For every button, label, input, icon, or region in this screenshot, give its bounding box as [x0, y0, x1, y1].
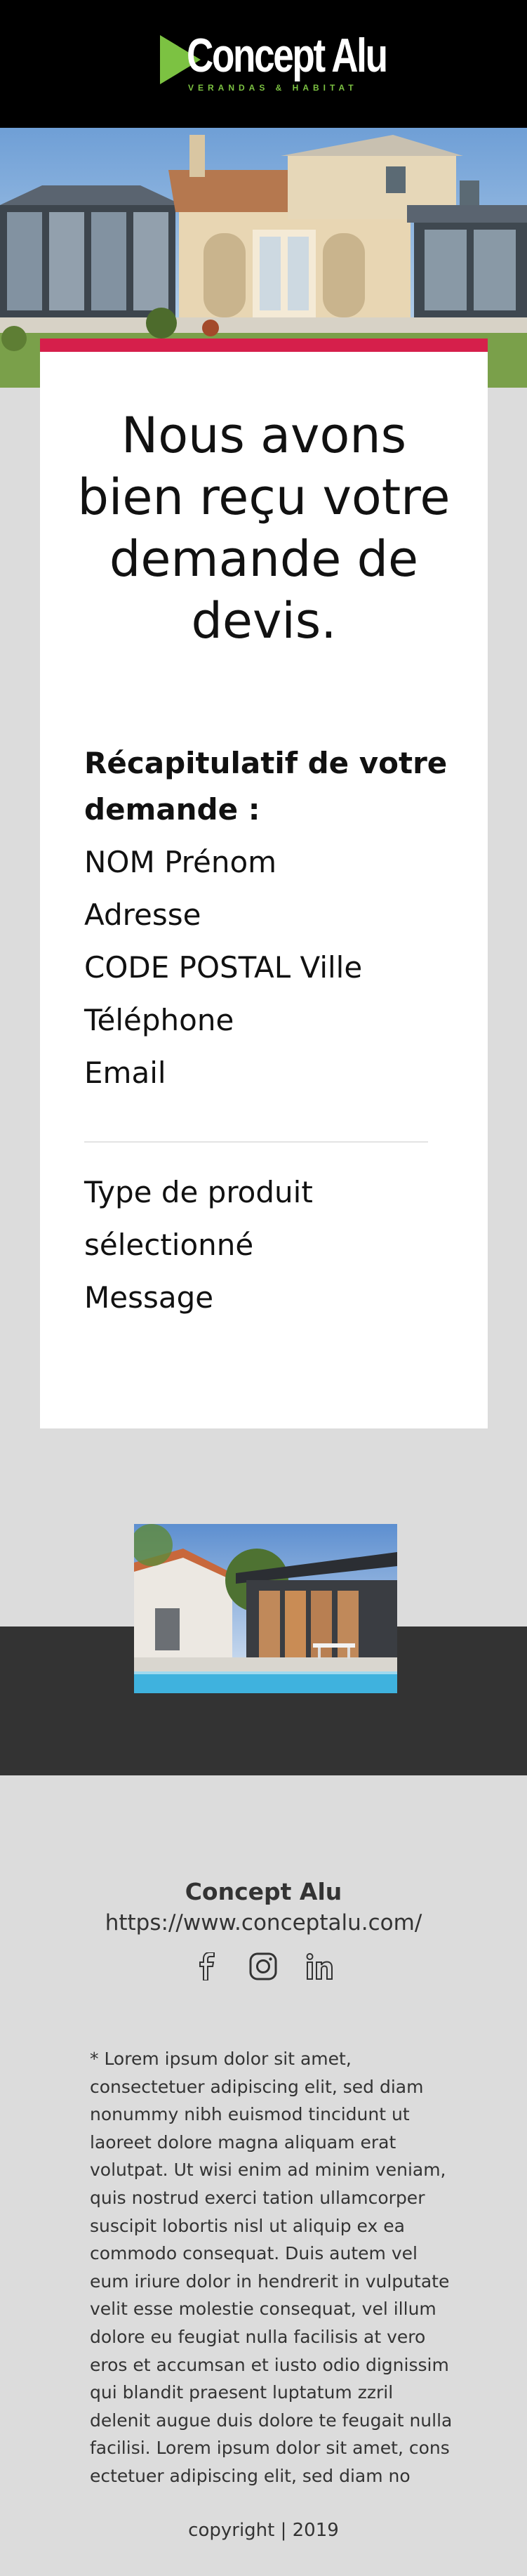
recap-postal-city: CODE POSTAL Ville — [84, 950, 363, 985]
instagram-icon[interactable] — [246, 1949, 281, 1984]
facebook-icon[interactable] — [189, 1949, 225, 1984]
recap-email[interactable]: Email — [84, 1046, 449, 1099]
email-header: Concept Alu VERANDAS & HABITAT — [0, 0, 527, 128]
recap-product-type: Type de produit — [84, 1175, 313, 1209]
recap-phone: Téléphone — [84, 1003, 234, 1037]
recap-heading: Récapitulatif de votre demande : — [84, 746, 448, 827]
linkedin-icon[interactable] — [302, 1949, 337, 1984]
recap-divider — [84, 1141, 428, 1143]
recap-name: NOM Prénom — [84, 845, 277, 879]
recap-product-selected: sélectionné — [84, 1228, 254, 1262]
footer-website-link[interactable]: https://www.conceptalu.com/ — [0, 1910, 527, 1936]
card-accent-bar — [40, 339, 488, 352]
footer-copyright: copyright | 2019 — [188, 2520, 339, 2541]
pool-house-image — [134, 1524, 397, 1693]
footer-company-name: Concept Alu — [185, 1878, 342, 1905]
recap-message: Message — [84, 1280, 214, 1315]
logo-name: Concept Alu — [187, 29, 388, 82]
recap-address: Adresse — [84, 898, 201, 932]
footer-disclaimer: * Lorem ipsum dolor sit amet, consectetu… — [90, 2049, 453, 2486]
concept-alu-logo[interactable]: Concept Alu VERANDAS & HABITAT — [160, 28, 388, 98]
confirmation-title: Nous avons bien reçu votre demande de de… — [77, 407, 451, 650]
confirmation-card: Nous avons bien reçu votre demande de de… — [40, 339, 488, 1428]
logo-tagline: VERANDAS & HABITAT — [188, 83, 358, 93]
social-links — [189, 1949, 337, 1984]
